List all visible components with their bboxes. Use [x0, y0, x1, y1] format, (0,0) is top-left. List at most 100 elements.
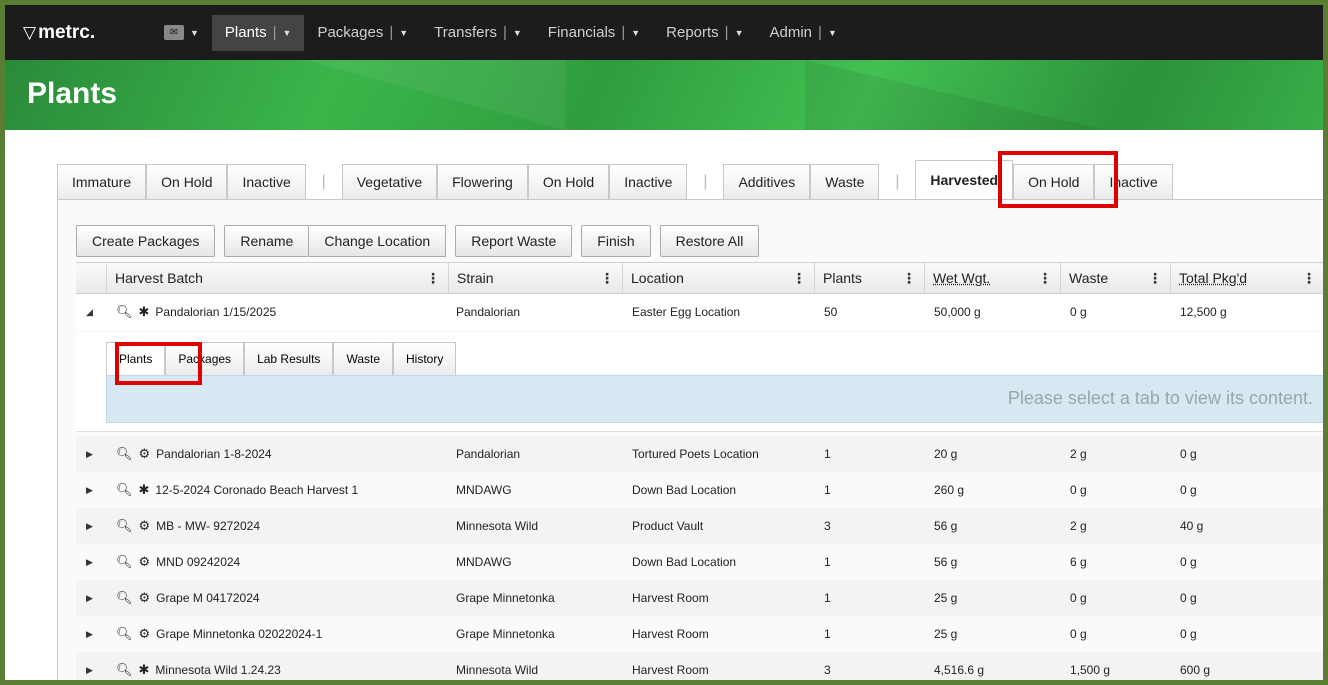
expand-toggle-icon[interactable]: ▶: [86, 652, 93, 680]
expand-toggle-icon[interactable]: ▶: [86, 580, 93, 616]
column-header-waste[interactable]: Waste ⋮: [1060, 263, 1170, 293]
location-cell: Harvest Room: [632, 591, 709, 605]
column-header-location[interactable]: Location ⋮: [622, 263, 814, 293]
expand-toggle-icon[interactable]: ▶: [86, 508, 93, 544]
logo-text: metrc.: [38, 21, 96, 43]
rename-button[interactable]: Rename: [224, 225, 310, 257]
harvest-batch-cell: 🔍︎ ✱ 12-5-2024 Coronado Beach Harvest 1: [116, 472, 358, 508]
location-cell: Tortured Poets Location: [632, 447, 759, 461]
column-header-total-packaged[interactable]: Total Pkg'd ⋮: [1170, 263, 1323, 293]
column-menu-icon[interactable]: ⋮: [902, 270, 916, 287]
expand-toggle-icon[interactable]: ▶: [86, 436, 93, 472]
gear-icon: ⚙: [138, 590, 151, 605]
nav-separator: |: [724, 24, 729, 41]
table-row[interactable]: ▶ 🔍︎ ✱ Minnesota Wild 1.24.23 Minnesota Wild…: [76, 652, 1323, 680]
nav-transfers[interactable]: Transfers | ▼: [421, 15, 535, 51]
column-menu-icon[interactable]: ⋮: [426, 270, 440, 287]
column-menu-icon[interactable]: ⋮: [600, 270, 614, 287]
search-icon[interactable]: 🔍︎: [116, 446, 133, 462]
column-label: Waste: [1069, 270, 1109, 286]
subtab-lab-results[interactable]: Lab Results: [244, 342, 334, 376]
finish-button[interactable]: Finish: [581, 225, 651, 257]
chevron-down-icon: ▼: [399, 27, 409, 38]
tab-separator: |: [687, 164, 724, 200]
tab-immature[interactable]: Immature: [57, 164, 147, 200]
plants-cell: 1: [824, 483, 831, 497]
expand-toggle-icon[interactable]: ▶: [86, 616, 93, 652]
change-location-button[interactable]: Change Location: [309, 225, 447, 257]
column-header-wet-weight[interactable]: Wet Wgt. ⋮: [924, 263, 1060, 293]
tab-immature-inactive[interactable]: Inactive: [227, 164, 306, 200]
column-menu-icon[interactable]: ⋮: [1148, 270, 1162, 287]
nav-packages[interactable]: Packages | ▼: [304, 15, 421, 51]
waste-cell: 0 g: [1070, 483, 1087, 497]
table-row[interactable]: ▶ 🔍︎ ⚙ Grape M 04172024 Grape Minnetonka Harv…: [76, 580, 1323, 616]
tab-vegetative[interactable]: Vegetative: [341, 164, 438, 200]
column-menu-icon[interactable]: ⋮: [1302, 270, 1316, 287]
batch-name: MB - MW- 9272024: [156, 519, 260, 533]
nav-reports-label: Reports: [666, 24, 719, 41]
metrc-logo[interactable]: ▽ metrc.: [23, 22, 151, 44]
total-packaged-cell: 0 g: [1180, 627, 1197, 641]
nav-reports[interactable]: Reports | ▼: [653, 15, 756, 51]
strain-cell: Grape Minnetonka: [456, 591, 555, 605]
column-menu-icon[interactable]: ⋮: [792, 270, 806, 287]
harvest-batch-cell: 🔍︎ ✱ Pandalorian 1/15/2025: [116, 294, 276, 330]
column-header-strain[interactable]: Strain ⋮: [448, 263, 622, 293]
report-waste-button[interactable]: Report Waste: [455, 225, 573, 257]
tab-waste[interactable]: Waste: [810, 164, 880, 200]
messages-menu[interactable]: ✉ ▼: [151, 15, 212, 51]
search-icon[interactable]: 🔍︎: [116, 590, 133, 606]
column-header-harvest-batch[interactable]: Harvest Batch ⋮: [106, 263, 448, 293]
gear-icon: ⚙: [138, 626, 151, 641]
table-row[interactable]: ▶ 🔍︎ ⚙ MND 09242024 MNDAWG Down Bad Location 1…: [76, 544, 1323, 580]
wet-weight-cell: 4,516.6 g: [934, 663, 985, 677]
strain-cell: MNDAWG: [456, 483, 512, 497]
search-icon[interactable]: 🔍︎: [116, 626, 133, 642]
column-menu-icon[interactable]: ⋮: [1038, 270, 1052, 287]
table-row[interactable]: ▶ 🔍︎ ⚙ Grape Minnetonka 02022024-1 Grape Min…: [76, 616, 1323, 652]
table-row-expanded[interactable]: ◢ 🔍︎ ✱ Pandalorian 1/15/2025 Pandalorian E…: [76, 294, 1323, 330]
location-cell: Easter Egg Location: [632, 305, 741, 319]
collapse-toggle-icon[interactable]: ◢: [86, 294, 93, 330]
tab-immature-on-hold[interactable]: On Hold: [146, 164, 228, 200]
tab-flowering-on-hold[interactable]: On Hold: [527, 164, 610, 200]
restore-all-button[interactable]: Restore All: [659, 225, 760, 257]
chevron-down-icon: ▼: [512, 27, 522, 38]
gear-icon: ⚙: [138, 518, 151, 533]
nav-admin[interactable]: Admin | ▼: [757, 15, 850, 51]
nav-admin-label: Admin: [769, 24, 813, 41]
wet-weight-cell: 25 g: [934, 627, 958, 641]
plants-cell: 50: [824, 305, 838, 319]
expand-toggle-icon[interactable]: ▶: [86, 472, 93, 508]
search-icon[interactable]: 🔍︎: [116, 482, 133, 498]
search-icon[interactable]: 🔍︎: [116, 662, 133, 678]
total-packaged-cell: 0 g: [1180, 447, 1197, 461]
nav-financials[interactable]: Financials | ▼: [535, 15, 653, 51]
table-row[interactable]: ▶ 🔍︎ ⚙ MB - MW- 9272024 Minnesota Wild Produc…: [76, 508, 1323, 544]
subtab-waste[interactable]: Waste: [333, 342, 393, 376]
table-row[interactable]: ▶ 🔍︎ ✱ 12-5-2024 Coronado Beach Harvest 1 MN…: [76, 472, 1323, 508]
waste-cell: 0 g: [1070, 591, 1087, 605]
expand-toggle-icon[interactable]: ▶: [86, 544, 93, 580]
batch-name: Pandalorian 1/15/2025: [155, 305, 277, 319]
plants-cell: 1: [824, 555, 831, 569]
location-cell: Down Bad Location: [632, 483, 737, 497]
page-header: Plants: [5, 60, 1323, 130]
chevron-down-icon: ▼: [631, 27, 641, 38]
batch-name: MND 09242024: [156, 555, 241, 569]
tab-additives[interactable]: Additives: [723, 164, 811, 200]
harvest-batch-cell: 🔍︎ ⚙ Pandalorian 1-8-2024: [116, 436, 272, 472]
search-icon[interactable]: 🔍︎: [116, 554, 133, 570]
search-icon[interactable]: 🔍︎: [116, 518, 133, 534]
batch-name: Grape Minnetonka 02022024-1: [156, 627, 323, 641]
table-row[interactable]: ▶ 🔍︎ ⚙ Pandalorian 1-8-2024 Pandalorian Tortu…: [76, 436, 1323, 472]
nav-plants[interactable]: Plants | ▼: [211, 14, 305, 51]
search-icon[interactable]: 🔍︎: [116, 304, 133, 320]
tab-flowering-inactive[interactable]: Inactive: [609, 164, 688, 200]
tab-flowering[interactable]: Flowering: [437, 164, 528, 200]
create-packages-button[interactable]: Create Packages: [76, 225, 216, 257]
column-header-plants[interactable]: Plants ⋮: [814, 263, 924, 293]
subtab-history[interactable]: History: [393, 342, 457, 376]
harvest-batch-cell: 🔍︎ ⚙ Grape Minnetonka 02022024-1: [116, 616, 322, 652]
